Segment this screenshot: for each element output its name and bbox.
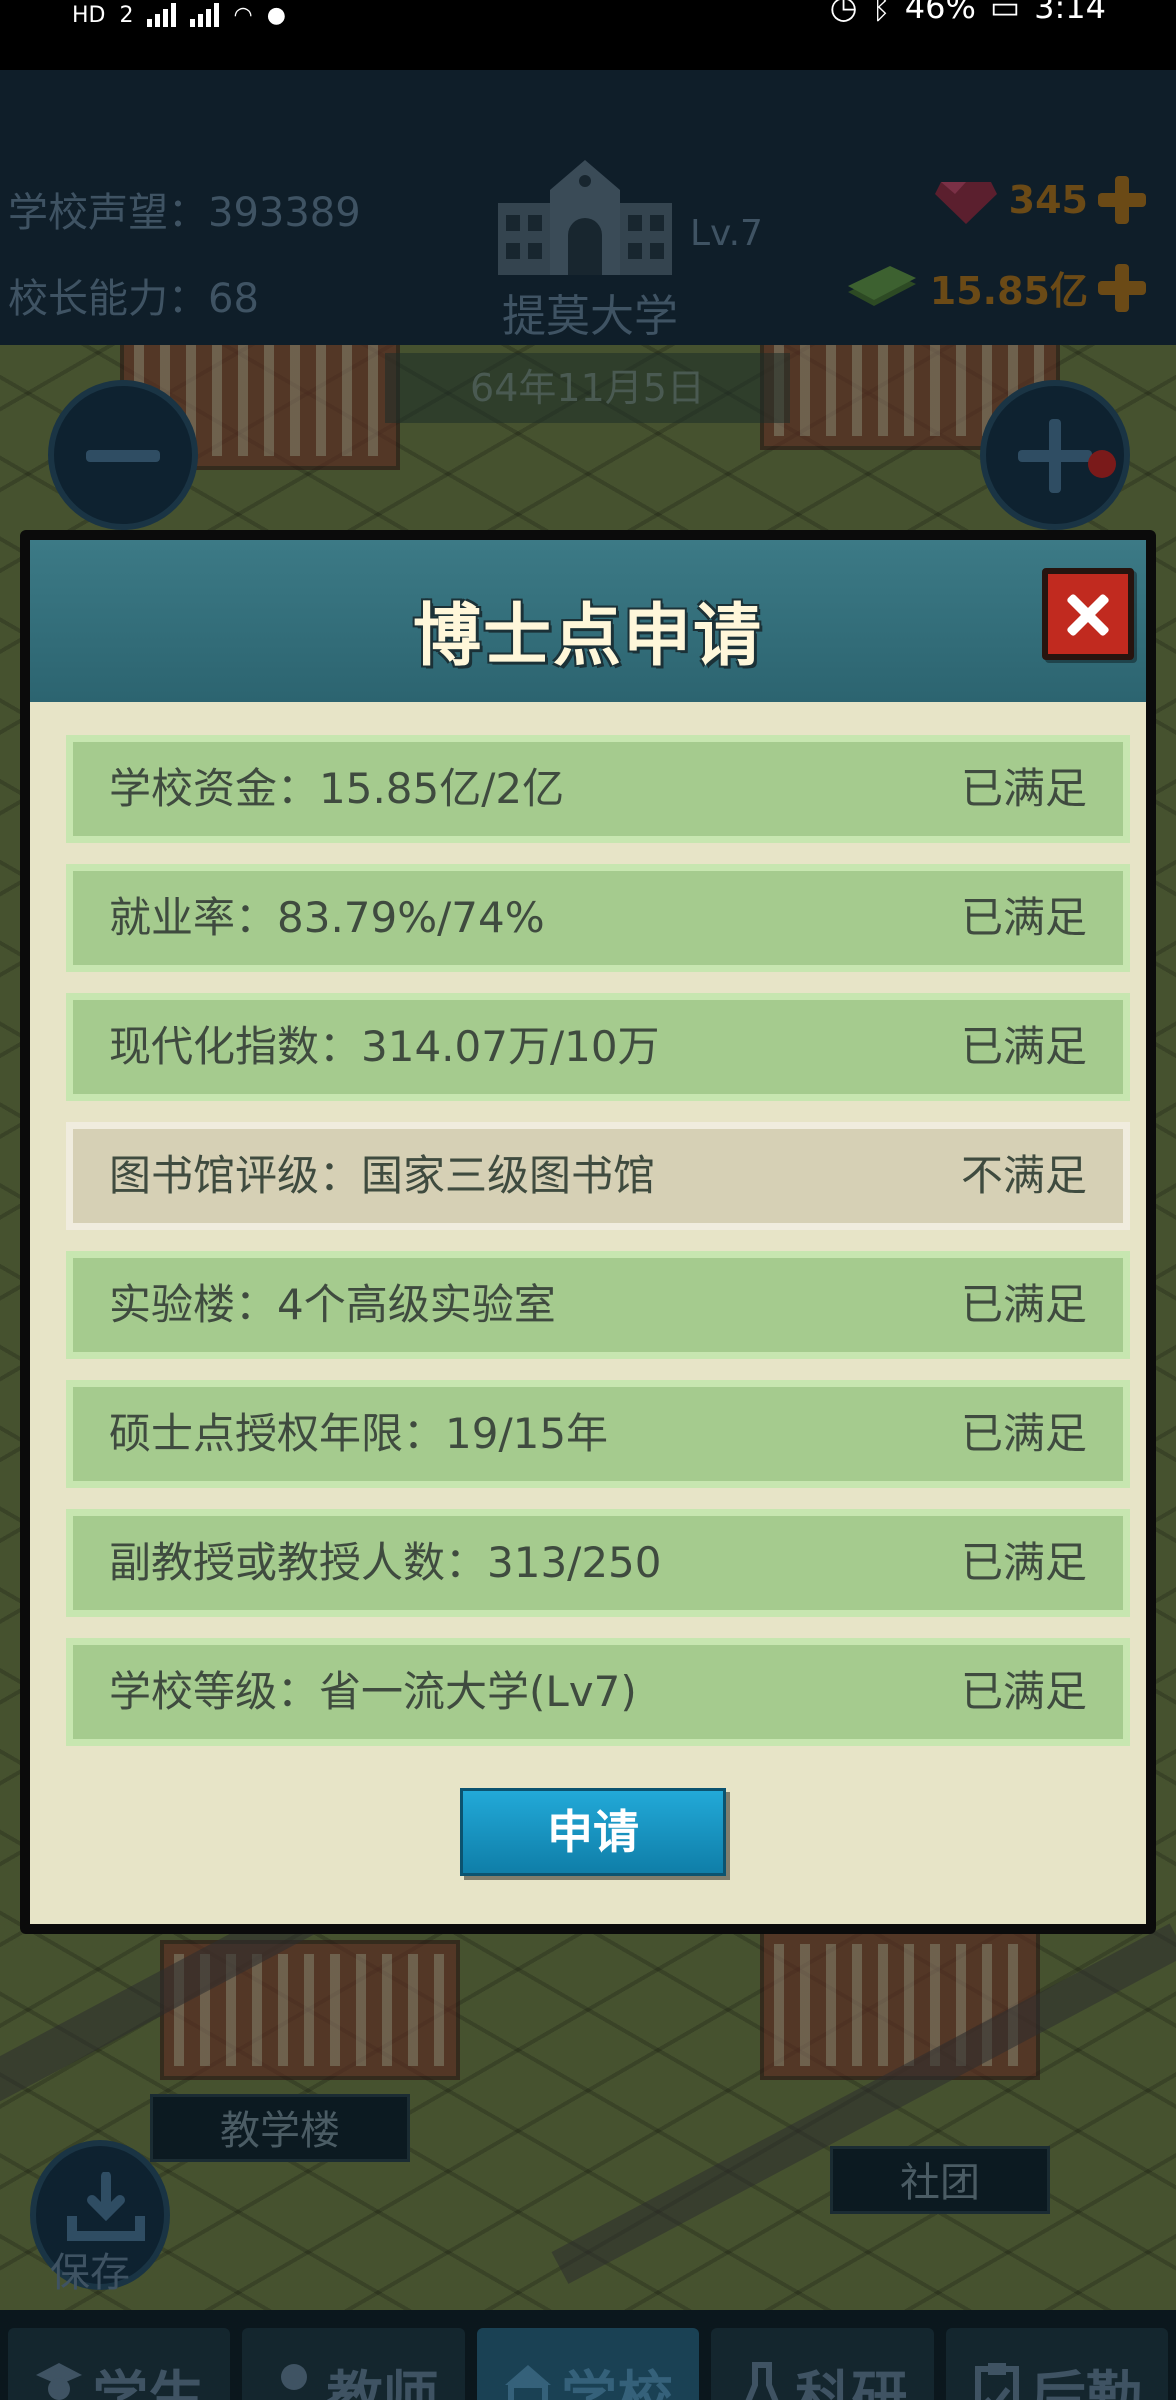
message-icon: ● bbox=[266, 2, 286, 28]
requirement-status: 已满足 bbox=[960, 1538, 1087, 1587]
school-building-icon bbox=[498, 160, 672, 275]
requirement-label: 图书馆评级：国家三级图书馆 bbox=[109, 1151, 656, 1200]
nav-label: 后勤 bbox=[1029, 2365, 1142, 2400]
requirement-label: 现代化指数：314.07万/10万 bbox=[109, 1022, 660, 1071]
apply-button[interactable]: 申请 bbox=[460, 1788, 726, 1876]
status-right: ◷ ᛒ 46% ▭ 3:14 bbox=[830, 0, 1106, 26]
cash-icon bbox=[847, 265, 916, 306]
requirement-row: 实验楼：4个高级实验室 已满足 bbox=[66, 1251, 1130, 1359]
requirements-list: 学校资金：15.85亿/2亿 已满足 就业率：83.79%/74% 已满足 现代… bbox=[66, 735, 1130, 1767]
add-gems-icon[interactable] bbox=[1098, 176, 1146, 224]
requirement-row: 学校等级：省一流大学(Lv7) 已满足 bbox=[66, 1638, 1130, 1746]
requirement-label: 学校等级：省一流大学(Lv7) bbox=[109, 1667, 637, 1716]
requirement-status: 已满足 bbox=[960, 1409, 1087, 1458]
notification-dot bbox=[1088, 450, 1116, 478]
nav-label: 学生 bbox=[92, 2365, 205, 2400]
student-icon bbox=[36, 2363, 83, 2400]
dialog-title: 博士点申请 bbox=[412, 597, 763, 676]
requirement-label: 硕士点授权年限：19/15年 bbox=[109, 1409, 609, 1458]
clipboard-icon bbox=[974, 2363, 1019, 2400]
nav-tab-teachers[interactable]: 教师 bbox=[242, 2328, 465, 2400]
gems-counter: 345 bbox=[933, 174, 1146, 226]
nav-label: 学校 bbox=[561, 2365, 674, 2400]
school-icon bbox=[505, 2365, 552, 2400]
requirement-status: 已满足 bbox=[960, 1667, 1087, 1716]
requirement-label: 副教授或教授人数：313/250 bbox=[109, 1538, 662, 1587]
clock: 3:14 bbox=[1034, 0, 1106, 26]
requirement-label: 学校资金：15.85亿/2亿 bbox=[109, 764, 565, 813]
download-icon bbox=[67, 2172, 145, 2241]
nav-tab-logistics[interactable]: 后勤 bbox=[945, 2328, 1169, 2400]
nav-tab-students[interactable]: 学生 bbox=[8, 2328, 231, 2400]
signal-icon-2 bbox=[190, 3, 220, 27]
requirement-row: 硕士点授权年限：19/15年 已满足 bbox=[66, 1380, 1130, 1488]
club-label[interactable]: 社团 bbox=[830, 2146, 1050, 2214]
doctoral-application-dialog: 博士点申请 学校资金：15.85亿/2亿 已满足 就业率：83.79%/74% … bbox=[20, 530, 1156, 1934]
requirement-status: 已满足 bbox=[960, 764, 1087, 813]
bottom-nav: 学生 教师 学校 科研 后勤 bbox=[0, 2310, 1176, 2400]
school-name: 提莫大学 bbox=[502, 291, 678, 342]
sim-indicator: 2 bbox=[119, 2, 134, 28]
nav-tab-research[interactable]: 科研 bbox=[711, 2328, 934, 2400]
zoom-out-button[interactable] bbox=[48, 380, 198, 530]
bluetooth-icon: ᛒ bbox=[871, 0, 891, 26]
requirement-row: 副教授或教授人数：313/250 已满足 bbox=[66, 1509, 1130, 1617]
gem-icon bbox=[934, 182, 997, 224]
dialog-header: 博士点申请 bbox=[30, 540, 1146, 702]
nav-label: 教师 bbox=[326, 2365, 439, 2400]
nav-tab-school[interactable]: 学校 bbox=[476, 2328, 700, 2400]
game-date: 64年11月5日 bbox=[385, 353, 790, 423]
requirement-label: 就业率：83.79%/74% bbox=[109, 893, 545, 942]
top-hud: 学校声望：393389 校长能力：68 Lv.7 提莫大学 345 15.85亿 bbox=[0, 70, 1176, 345]
save-label: 保存 bbox=[50, 2250, 130, 2296]
close-button[interactable] bbox=[1042, 568, 1134, 660]
requirement-row: 现代化指数：314.07万/10万 已满足 bbox=[66, 993, 1130, 1101]
teacher-icon bbox=[280, 2364, 307, 2390]
requirement-row-unmet: 图书馆评级：国家三级图书馆 不满足 bbox=[66, 1122, 1130, 1230]
signal-icon bbox=[147, 3, 177, 27]
status-left: HD 2 ◠ ● bbox=[72, 0, 286, 30]
teaching-building-label[interactable]: 教学楼 bbox=[150, 2094, 410, 2162]
requirement-status: 不满足 bbox=[960, 1151, 1087, 1200]
requirement-status: 已满足 bbox=[960, 1280, 1087, 1329]
school-reputation: 学校声望：393389 bbox=[8, 190, 361, 236]
money-value: 15.85亿 bbox=[929, 269, 1088, 313]
alarm-icon: ◷ bbox=[829, 0, 858, 26]
map-building bbox=[760, 1930, 1040, 2080]
status-bar: HD 2 ◠ ● ◷ ᛒ 46% ▭ 3:14 bbox=[0, 0, 1176, 70]
add-money-icon[interactable] bbox=[1098, 263, 1146, 312]
money-counter: 15.85亿 bbox=[844, 260, 1146, 315]
battery-icon: ▭ bbox=[989, 0, 1021, 26]
requirement-label: 实验楼：4个高级实验室 bbox=[109, 1280, 556, 1329]
flask-icon bbox=[746, 2362, 779, 2400]
battery-percent: 46% bbox=[904, 0, 976, 26]
requirement-status: 已满足 bbox=[960, 1022, 1087, 1071]
nav-label: 科研 bbox=[795, 2365, 908, 2400]
requirement-status: 已满足 bbox=[960, 893, 1087, 942]
hd-indicator: HD bbox=[72, 2, 106, 28]
wifi-icon: ◠ bbox=[233, 2, 253, 28]
school-level: Lv.7 bbox=[690, 213, 763, 254]
principal-ability: 校长能力：68 bbox=[8, 276, 259, 322]
gems-value: 345 bbox=[1008, 178, 1088, 222]
requirement-row: 学校资金：15.85亿/2亿 已满足 bbox=[66, 735, 1130, 843]
requirement-row: 就业率：83.79%/74% 已满足 bbox=[66, 864, 1130, 972]
